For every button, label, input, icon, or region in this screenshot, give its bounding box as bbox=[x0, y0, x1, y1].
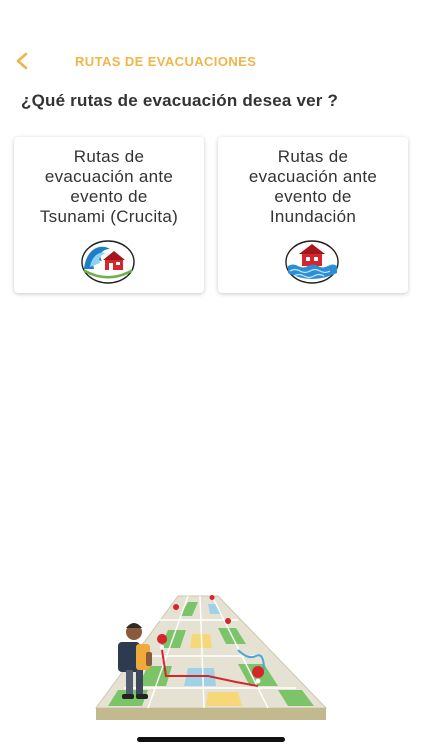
chevron-left-icon bbox=[16, 52, 28, 70]
tsunami-house-icon bbox=[81, 240, 135, 284]
flood-routes-card[interactable]: Rutas de evacuación ante evento de Inund… bbox=[218, 137, 408, 293]
flood-house-icon bbox=[285, 240, 339, 284]
tsunami-routes-card[interactable]: Rutas de evacuación ante evento de Tsuna… bbox=[14, 137, 204, 293]
tsunami-card-label: Rutas de evacuación ante evento de Tsuna… bbox=[39, 147, 179, 226]
back-button[interactable] bbox=[12, 50, 34, 72]
app-header: RUTAS DE EVACUACIONES bbox=[0, 44, 422, 78]
map-route-illustration bbox=[95, 595, 328, 720]
home-indicator bbox=[137, 737, 285, 742]
question-heading: ¿Qué rutas de evacuación desea ver ? bbox=[21, 91, 339, 110]
page-title: RUTAS DE EVACUACIONES bbox=[75, 54, 257, 69]
flood-card-label: Rutas de evacuación ante evento de Inund… bbox=[248, 147, 378, 226]
